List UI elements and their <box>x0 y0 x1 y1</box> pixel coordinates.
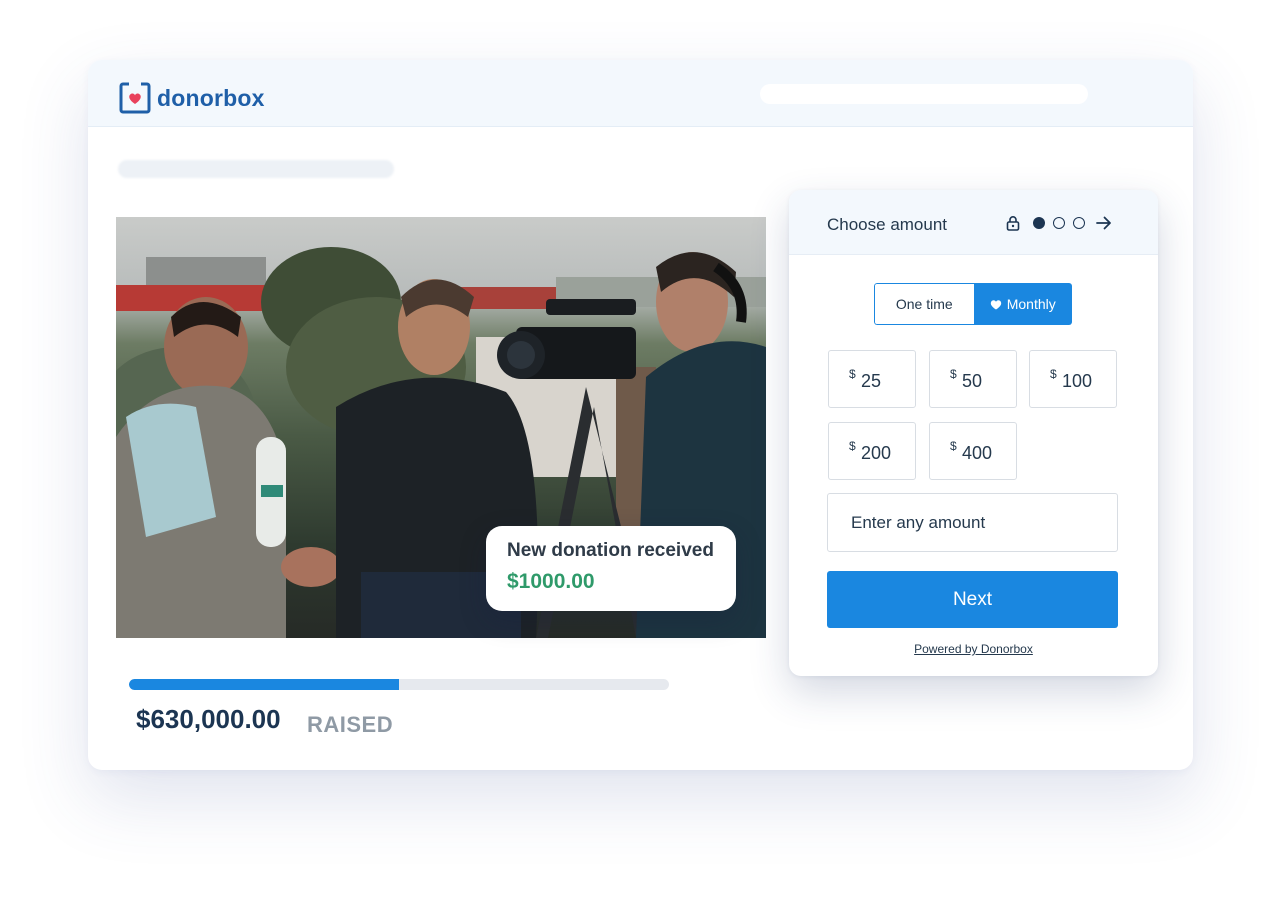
site-header: donorbox <box>88 60 1193 127</box>
powered-by-link[interactable]: Powered by Donorbox <box>789 642 1158 656</box>
step-indicator <box>1006 215 1112 231</box>
amount-option-100[interactable]: $ 100 <box>1029 350 1117 408</box>
currency-symbol: $ <box>1050 367 1057 381</box>
step-dot-inactive <box>1073 217 1085 229</box>
currency-symbol: $ <box>849 439 856 453</box>
currency-symbol: $ <box>950 439 957 453</box>
amount-option-50[interactable]: $ 50 <box>929 350 1017 408</box>
raised-label: RAISED <box>307 712 394 737</box>
lock-icon <box>1006 216 1020 231</box>
donation-widget: Choose amount One time Monthly $ 25 $ 50… <box>789 190 1158 676</box>
next-button[interactable]: Next <box>827 571 1118 628</box>
step-dot-active <box>1033 217 1045 229</box>
raised-amount: $630,000.00 <box>136 704 281 734</box>
nav-placeholder <box>760 84 1088 104</box>
amount-option-200[interactable]: $ 200 <box>828 422 916 480</box>
progress-fill <box>129 679 399 690</box>
amount-option-400[interactable]: $ 400 <box>929 422 1017 480</box>
amount-value: 25 <box>861 371 882 391</box>
notification-title: New donation received <box>507 540 714 561</box>
next-button-label: Next <box>952 588 993 610</box>
currency-symbol: $ <box>950 367 957 381</box>
fundraising-progress-bar <box>129 679 669 690</box>
frequency-toggle: One time Monthly <box>874 283 1072 325</box>
widget-header: Choose amount <box>789 190 1158 255</box>
widget-title: Choose amount <box>827 215 948 234</box>
donorbox-logo[interactable]: donorbox <box>119 82 265 114</box>
donorbox-logo-icon <box>119 82 151 114</box>
step-dot-inactive <box>1053 217 1065 229</box>
notification-amount: $1000.00 <box>507 570 595 593</box>
currency-symbol: $ <box>849 367 856 381</box>
custom-amount-input[interactable] <box>827 493 1118 552</box>
one-time-label: One time <box>895 296 953 312</box>
amount-value: 400 <box>962 443 993 463</box>
page-title-placeholder <box>118 160 394 178</box>
monthly-label: Monthly <box>1006 296 1056 312</box>
one-time-button[interactable]: One time <box>874 283 974 325</box>
amount-value: 50 <box>962 371 983 391</box>
amount-value: 100 <box>1062 371 1093 391</box>
donation-notification: New donation received $1000.00 <box>486 526 736 611</box>
brand-name: donorbox <box>157 84 265 111</box>
amount-value: 200 <box>861 443 892 463</box>
amount-option-25[interactable]: $ 25 <box>828 350 916 408</box>
monthly-button[interactable]: Monthly <box>973 283 1072 325</box>
heart-icon <box>990 299 1001 309</box>
arrow-right-icon[interactable] <box>1096 216 1112 230</box>
